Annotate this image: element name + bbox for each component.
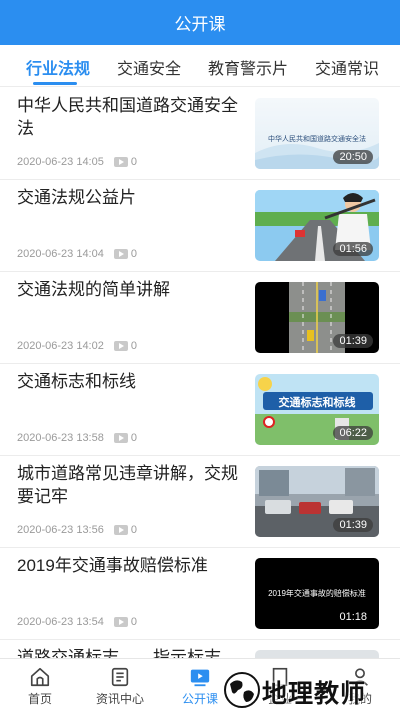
nav-home[interactable]: 首页 [0, 659, 80, 711]
view-count-value: 0 [130, 616, 137, 628]
video-duration: 20:50 [333, 150, 373, 164]
item-date: 2020-06-23 14:05 [17, 156, 104, 168]
video-thumbnail[interactable]: 中华人民共和国道路交通安全法 20:50 [255, 98, 379, 169]
view-count-value: 0 [130, 524, 137, 536]
item-title: 道路交通标志——指示标志 [17, 648, 221, 658]
thumbnail-caption: 中华人民共和国道路交通安全法 [268, 136, 366, 143]
video-thumbnail[interactable]: 2019年交通事故的赔偿标准 01:18 [255, 558, 379, 629]
play-count-icon [113, 433, 128, 443]
item-meta: 2020-06-23 13:56 0 [17, 524, 137, 536]
play-count-icon [113, 525, 128, 535]
list-item[interactable]: 2019年交通事故赔偿标准 2020-06-23 13:54 0 2019年交通… [0, 548, 400, 640]
video-icon [190, 669, 210, 687]
video-duration: 01:56 [333, 242, 373, 256]
nav-label: 首页 [27, 692, 52, 706]
list-item[interactable]: 道路交通标志——指示标志 [0, 640, 400, 658]
video-duration: 06:22 [333, 426, 373, 440]
tab-traffic-safety[interactable]: 交通安全 [117, 55, 181, 79]
view-count: 0 [113, 616, 137, 628]
video-thumbnail[interactable]: 交通标志和标线 06:22 [255, 374, 379, 445]
active-tab-indicator [33, 82, 77, 85]
play-count-icon [113, 617, 128, 627]
course-list[interactable]: 中华人民共和国道路交通安全法 2020-06-23 14:05 0 中华人民共和… [0, 88, 400, 658]
thumbnail-caption: 交通标志和标线 [278, 397, 356, 409]
item-title: 交通法规的简单讲解 [17, 280, 170, 299]
news-icon [111, 667, 129, 687]
view-count-value: 0 [130, 156, 137, 168]
video-thumbnail[interactable]: 01:39 [255, 282, 379, 353]
video-duration: 01:39 [333, 518, 373, 532]
tab-education-warning[interactable]: 教育警示片 [208, 55, 288, 79]
list-item[interactable]: 中华人民共和国道路交通安全法 2020-06-23 14:05 0 中华人民共和… [0, 88, 400, 180]
item-title: 中华人民共和国道路交通安全法 [17, 96, 238, 138]
watermark-text: 地理教师 [262, 680, 367, 708]
nav-label: 资讯中心 [95, 692, 144, 706]
video-duration: 01:39 [333, 334, 373, 348]
view-count: 0 [113, 156, 137, 168]
play-count-icon [113, 249, 128, 259]
video-duration: 01:18 [339, 611, 367, 623]
item-meta: 2020-06-23 14:04 0 [17, 248, 137, 260]
item-title: 2019年交通事故赔偿标准 [17, 556, 208, 575]
tab-industry-regulations[interactable]: 行业法规 [26, 55, 90, 79]
item-meta: 2020-06-23 14:02 0 [17, 340, 137, 352]
item-date: 2020-06-23 14:02 [17, 340, 104, 352]
item-title: 交通法规公益片 [17, 188, 136, 207]
list-item[interactable]: 交通法规公益片 2020-06-23 14:04 0 01:56 [0, 180, 400, 272]
item-meta: 2020-06-23 13:58 0 [17, 432, 137, 444]
globe-logo-icon [224, 672, 260, 708]
view-count-value: 0 [130, 248, 137, 260]
view-count: 0 [113, 340, 137, 352]
list-item[interactable]: 交通法规的简单讲解 2020-06-23 14:02 0 01:39 [0, 272, 400, 364]
item-title: 交通标志和标线 [17, 372, 136, 391]
view-count: 0 [113, 432, 137, 444]
view-count: 0 [113, 524, 137, 536]
video-thumbnail[interactable]: 01:56 [255, 190, 379, 261]
thumbnail-caption: 2019年交通事故的赔偿标准 [268, 589, 366, 598]
play-count-icon [113, 157, 128, 167]
watermark: 地理教师 [216, 668, 400, 711]
page-title: 公开课 [174, 15, 226, 34]
category-tabs: 行业法规 交通安全 教育警示片 交通常识 [0, 45, 400, 87]
tab-traffic-knowledge[interactable]: 交通常识 [315, 55, 379, 79]
item-date: 2020-06-23 13:58 [17, 432, 104, 444]
list-item[interactable]: 交通标志和标线 2020-06-23 13:58 0 交通标志和标线 06:22 [0, 364, 400, 456]
video-thumbnail[interactable] [255, 650, 379, 658]
view-count-value: 0 [130, 340, 137, 352]
video-thumbnail[interactable]: 01:39 [255, 466, 379, 537]
item-date: 2020-06-23 13:56 [17, 524, 104, 536]
top-bar: 公开课 [0, 0, 400, 45]
item-meta: 2020-06-23 14:05 0 [17, 156, 137, 168]
view-count-value: 0 [130, 432, 137, 444]
item-meta: 2020-06-23 13:54 0 [17, 616, 137, 628]
item-title: 城市道路常见违章讲解，交规要记牢 [17, 464, 238, 506]
home-icon [30, 667, 50, 687]
item-date: 2020-06-23 13:54 [17, 616, 104, 628]
view-count: 0 [113, 248, 137, 260]
item-date: 2020-06-23 14:04 [17, 248, 104, 260]
nav-news-center[interactable]: 资讯中心 [80, 659, 160, 711]
play-count-icon [113, 341, 128, 351]
list-item[interactable]: 城市道路常见违章讲解，交规要记牢 2020-06-23 13:56 0 01:3… [0, 456, 400, 548]
